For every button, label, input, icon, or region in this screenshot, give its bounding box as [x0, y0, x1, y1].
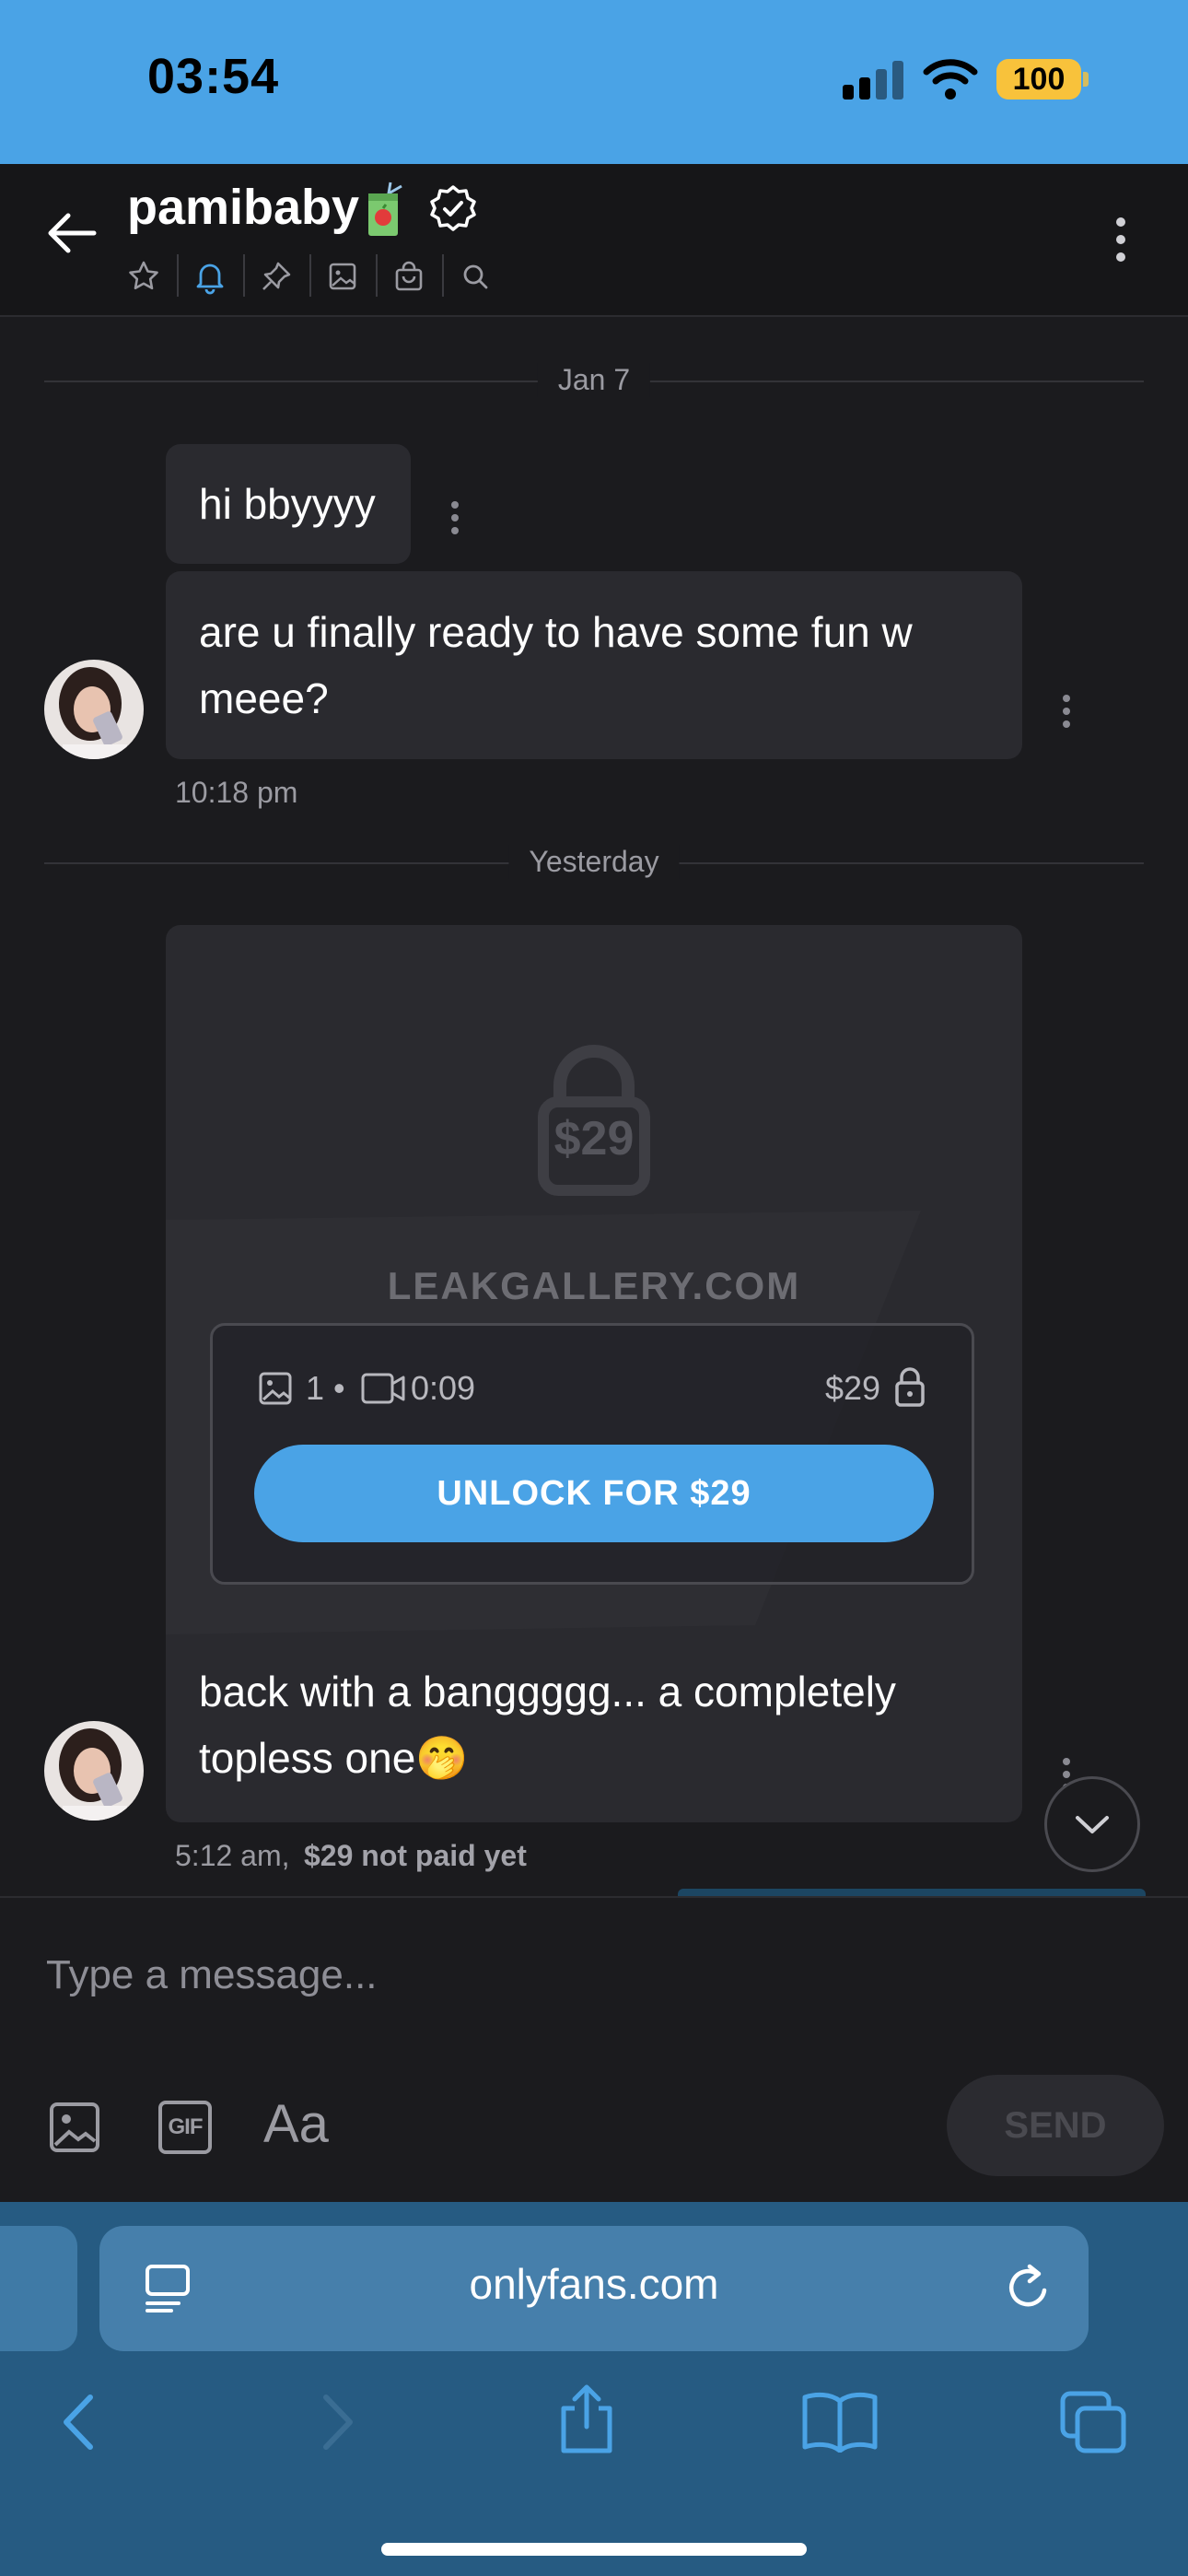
message-bubble[interactable]: are u finally ready to have some fun w m…: [166, 571, 1022, 759]
scroll-to-bottom-button[interactable]: [1044, 1776, 1140, 1872]
status-time: 03:54: [147, 49, 280, 104]
search-icon[interactable]: [457, 258, 494, 295]
cellular-signal-icon: [843, 61, 903, 100]
message-timestamp: 10:18 pm: [175, 776, 298, 809]
attach-image-icon[interactable]: [48, 2101, 101, 2154]
message-text: hi bbyyyy: [199, 480, 376, 528]
message-timestamp: 5:12 am,: [175, 1839, 290, 1872]
avatar-image: [44, 1721, 144, 1821]
message-options-icon[interactable]: [451, 501, 459, 540]
home-indicator[interactable]: [381, 2543, 807, 2556]
post-caption-line: back with a banggggg... a completely: [199, 1668, 896, 1715]
gif-icon[interactable]: GIF: [158, 2101, 212, 2154]
avatar[interactable]: [44, 1721, 144, 1821]
battery-indicator: 100: [996, 59, 1081, 100]
more-options-icon[interactable]: [1116, 217, 1125, 267]
toolbar-divider: [442, 254, 444, 297]
unlock-button[interactable]: UNLOCK FOR $29: [254, 1445, 934, 1542]
chevron-down-icon: [1076, 1816, 1109, 1833]
tabs-icon[interactable]: [1059, 2390, 1129, 2456]
verified-badge-icon: [430, 185, 476, 231]
back-arrow-icon[interactable]: [46, 212, 98, 254]
juice-box-emoji-icon: [368, 181, 402, 236]
lock-price-badge: $29: [553, 1112, 635, 1165]
message-input[interactable]: [44, 1946, 969, 2005]
message-text-line: meee?: [199, 674, 329, 722]
url-text: onlyfans.com: [469, 2260, 719, 2308]
toolbar-divider: [376, 254, 378, 297]
browser-forward-icon: [323, 2395, 353, 2450]
info-separator: •: [333, 1369, 345, 1407]
outgoing-message-edge: [678, 1889, 1146, 1896]
chat-username[interactable]: pamibaby: [127, 179, 359, 236]
toolbar-divider: [177, 254, 179, 297]
photo-icon: [259, 1372, 292, 1405]
share-icon[interactable]: [556, 2383, 617, 2456]
video-icon: [361, 1373, 405, 1404]
bookmarks-icon[interactable]: [801, 2390, 879, 2453]
gif-icon-label: GIF: [168, 2114, 204, 2139]
photo-count: 1: [306, 1369, 325, 1407]
avatar[interactable]: [44, 660, 144, 759]
avatar-image: [44, 660, 144, 759]
pin-icon[interactable]: [258, 258, 295, 295]
battery-level: 100: [1012, 62, 1066, 97]
message-options-icon[interactable]: [1063, 695, 1070, 733]
date-label: Jan 7: [537, 363, 651, 397]
image-icon[interactable]: [324, 258, 361, 295]
bell-icon[interactable]: [192, 258, 228, 295]
wifi-icon: [923, 59, 978, 100]
message-text-line: are u finally ready to have some fun w: [199, 608, 913, 656]
payment-status: $29 not paid yet: [304, 1839, 527, 1872]
date-label: Yesterday: [508, 845, 680, 879]
small-lock-icon: [895, 1367, 925, 1407]
previous-tab-preview[interactable]: [0, 2226, 77, 2351]
watermark-text: LEAKGALLERY.COM: [387, 1264, 801, 1307]
toolbar-divider: [309, 254, 311, 297]
post-caption-line: topless one🤭: [199, 1734, 469, 1782]
toolbar-divider: [243, 254, 245, 297]
browser-back-icon[interactable]: [59, 2392, 99, 2453]
reload-icon[interactable]: [1002, 2261, 1054, 2316]
send-button[interactable]: SEND: [947, 2075, 1164, 2176]
shopping-bag-icon[interactable]: [390, 258, 427, 295]
star-icon[interactable]: [125, 258, 162, 295]
text-format-icon[interactable]: Aa: [263, 2093, 329, 2155]
video-duration: 0:09: [411, 1369, 476, 1407]
message-bubble[interactable]: hi bbyyyy: [166, 444, 411, 564]
battery-cap: [1083, 72, 1089, 87]
post-price: $29: [825, 1369, 881, 1407]
